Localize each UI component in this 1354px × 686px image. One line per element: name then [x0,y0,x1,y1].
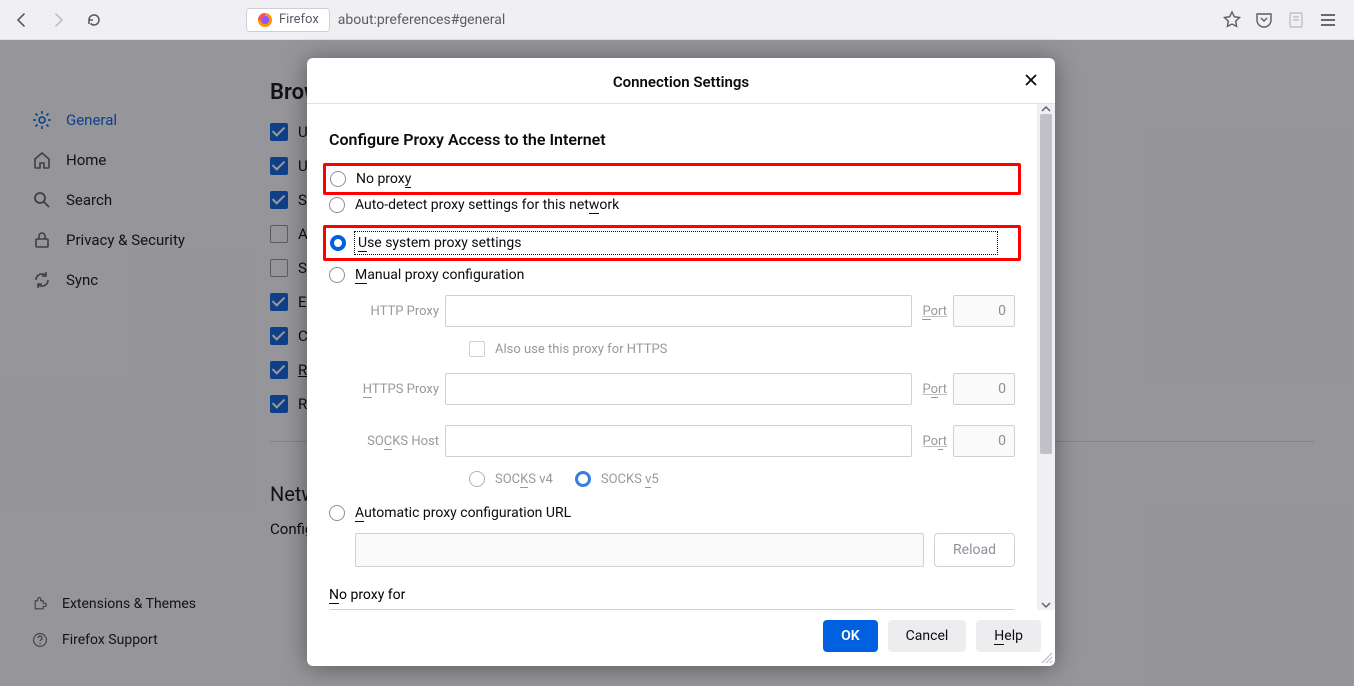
radio-automatic-url[interactable]: Automatic proxy configuration URL [329,505,1015,521]
https-port-input[interactable] [953,373,1015,405]
also-https-row[interactable]: Also use this proxy for HTTPS [469,341,1015,357]
no-proxy-for-label: No proxy for [329,587,1015,603]
radio-icon[interactable] [330,235,346,251]
firefox-icon [257,12,273,28]
socks-host-input[interactable] [445,425,912,457]
port-label: Port [922,304,947,319]
socks-version-row: SOCKS v4 SOCKS v5 [469,471,1015,487]
port-label: Port [922,382,947,397]
radio-label: SOCKS v4 [495,472,553,487]
url-bar[interactable]: Firefox about:preferences#general [246,8,1094,32]
dialog-title: Connection Settings [613,73,749,91]
close-icon [1024,73,1038,87]
radio-label: SOCKS v5 [601,472,659,487]
http-proxy-row: HTTP Proxy Port [355,295,1015,327]
menu-icon[interactable] [1318,10,1338,30]
help-button[interactable]: Help [976,620,1041,652]
pocket-icon[interactable] [1254,10,1274,30]
reader-icon[interactable] [1286,10,1306,30]
https-proxy-row: HTTPS Proxy Port [355,373,1015,405]
cancel-button[interactable]: Cancel [888,620,967,652]
also-https-label: Also use this proxy for HTTPS [495,342,667,357]
checkbox-icon[interactable] [469,341,485,357]
socks-host-label: SOCKS Host [355,434,439,449]
radio-icon[interactable] [329,197,345,213]
reload-pac-button[interactable]: Reload [934,533,1015,567]
auto-url-row: Reload [355,533,1015,567]
http-proxy-input[interactable] [445,295,912,327]
dialog-content: Configure Proxy Access to the Internet N… [307,104,1037,610]
dialog-footer: OK Cancel Help [307,610,1055,666]
highlight-no-proxy: No proxy [323,163,1021,195]
identity-chip: Firefox [246,8,330,32]
socks-host-row: SOCKS Host Port [355,425,1015,457]
radio-manual[interactable]: Manual proxy configuration [329,267,1015,283]
radio-icon[interactable] [469,471,485,487]
https-proxy-input[interactable] [445,373,912,405]
scrollbar[interactable] [1037,104,1055,610]
radio-icon[interactable] [329,267,345,283]
url-text: about:preferences#general [338,12,505,28]
browser-toolbar: Firefox about:preferences#general [0,0,1354,40]
highlight-use-system: Use system proxy settings [323,225,1021,261]
scrollbar-down-icon[interactable] [1039,598,1053,610]
connection-settings-dialog: Connection Settings Configure Proxy Acce… [307,58,1055,666]
radio-label: Auto-detect proxy settings for this netw… [355,197,619,213]
reload-button[interactable] [80,6,108,34]
scrollbar-thumb[interactable] [1040,114,1052,454]
radio-icon[interactable] [330,171,346,187]
radio-use-system[interactable]: Use system proxy settings [330,233,1010,253]
bookmark-star-icon[interactable] [1222,10,1242,30]
https-proxy-label: HTTPS Proxy [355,382,439,397]
back-button[interactable] [8,6,36,34]
radio-label: Use system proxy settings [356,233,996,253]
port-label: Port [922,434,947,449]
identity-label: Firefox [279,12,319,27]
ok-button[interactable]: OK [823,620,878,652]
radio-label: Manual proxy configuration [355,267,524,283]
radio-icon[interactable] [575,471,591,487]
radio-no-proxy[interactable]: No proxy [330,171,1010,187]
close-button[interactable] [1019,68,1043,92]
socks-port-input[interactable] [953,425,1015,457]
proxy-section-heading: Configure Proxy Access to the Internet [329,130,1015,149]
radio-socks-v5[interactable]: SOCKS v5 [575,471,659,487]
http-port-input[interactable] [953,295,1015,327]
http-proxy-label: HTTP Proxy [355,304,439,319]
auto-url-input[interactable] [355,533,924,567]
radio-socks-v4[interactable]: SOCKS v4 [469,471,553,487]
radio-label: No proxy [356,171,411,187]
forward-button[interactable] [44,6,72,34]
radio-icon[interactable] [329,505,345,521]
radio-label: Automatic proxy configuration URL [355,505,571,521]
dialog-header: Connection Settings [307,58,1055,104]
resize-grip-icon[interactable] [1039,650,1053,664]
radio-auto-detect[interactable]: Auto-detect proxy settings for this netw… [329,197,1015,213]
